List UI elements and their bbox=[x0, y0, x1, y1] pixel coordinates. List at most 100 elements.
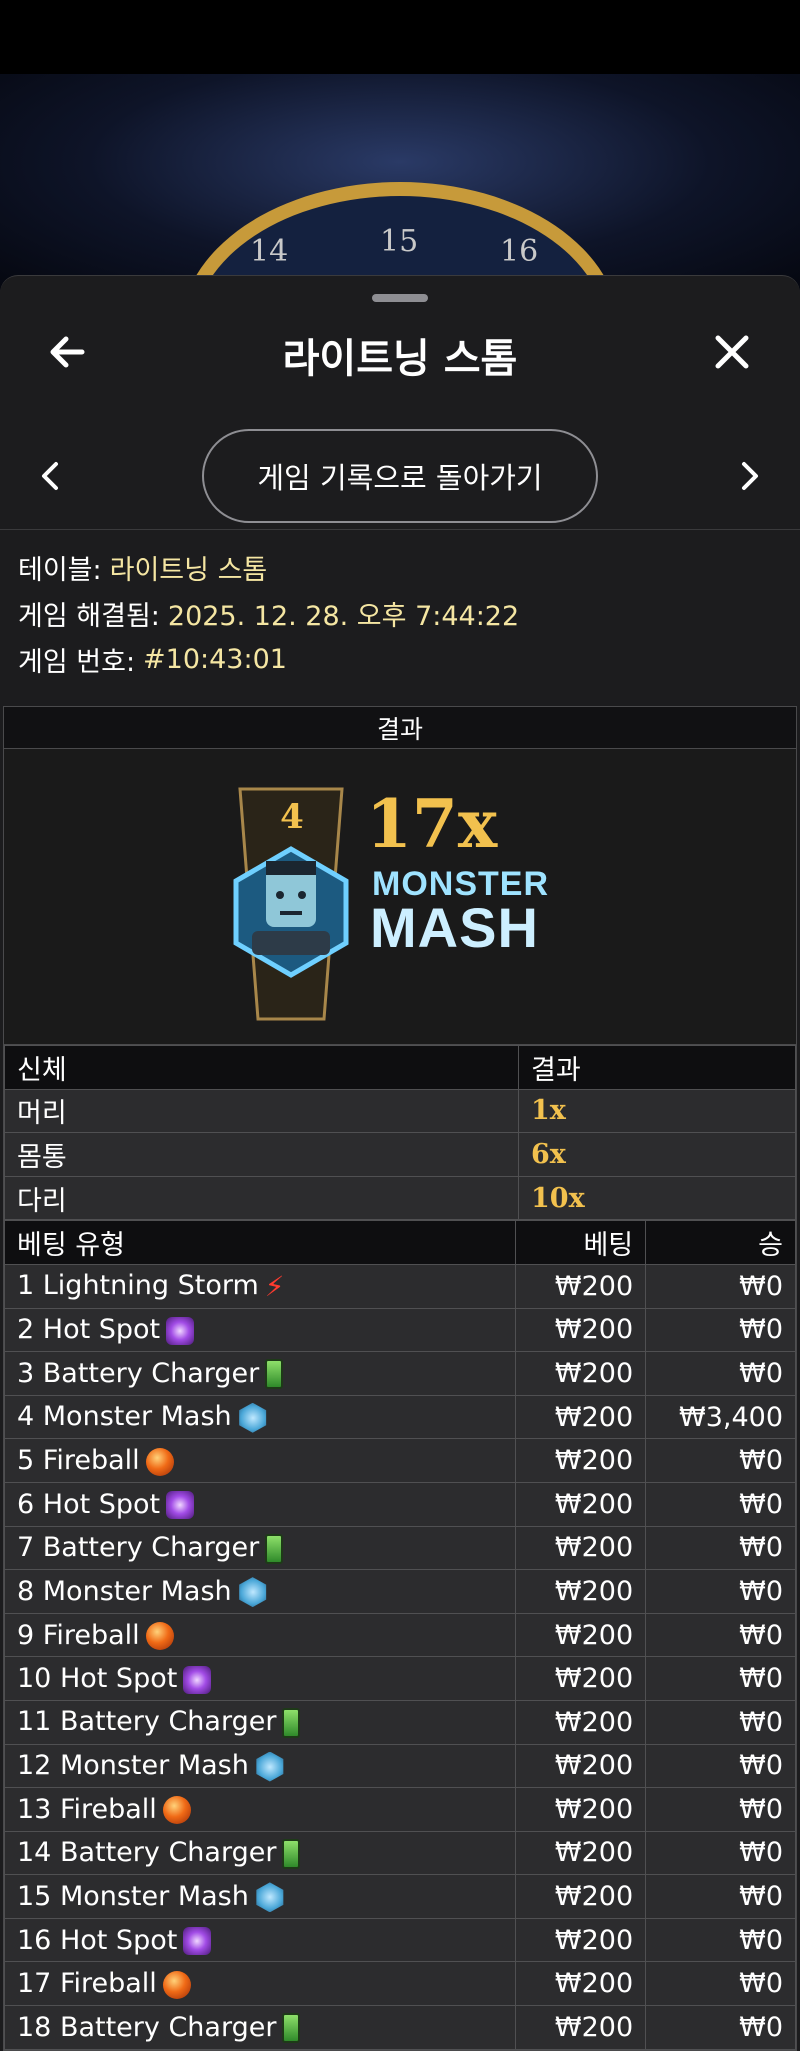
table-row: 6 Hot Spot ₩200 ₩0 bbox=[3, 1481, 796, 1527]
table-row: 2 Hot Spot ₩200 ₩0 bbox=[3, 1307, 796, 1353]
next-game-button[interactable] bbox=[734, 456, 764, 496]
bet-type-cell: 17 Fireball bbox=[3, 1961, 517, 2007]
table-row: 18 Battery Charger ₩200 ₩0 bbox=[3, 2005, 796, 2050]
win-amount: ₩0 bbox=[645, 1830, 796, 1876]
wheel-number: 16 bbox=[500, 234, 539, 269]
win-amount: ₩0 bbox=[645, 1525, 796, 1571]
drag-handle[interactable] bbox=[372, 294, 428, 302]
table-row: 1 Lightning Storm ⚡ ₩200 ₩0 bbox=[3, 1263, 796, 1309]
result-panel: 결과 4 17x MONSTER MASH 신체 결과 머리 1x 몸통 6x … bbox=[3, 706, 797, 2051]
bet-type-name: 4 Monster Mash bbox=[17, 1401, 232, 1433]
bet-type-cell: 4 Monster Mash bbox=[3, 1394, 517, 1440]
bet-type-cell: 14 Battery Charger bbox=[3, 1830, 517, 1876]
bet-amount: ₩200 bbox=[515, 1743, 647, 1789]
result-name-line2: MASH bbox=[370, 896, 539, 959]
table-row: 14 Battery Charger ₩200 ₩0 bbox=[3, 1830, 796, 1876]
column-header: 베팅 유형 bbox=[3, 1220, 517, 1265]
game-details-sheet: 라이트닝 스톰 게임 기록으로 돌아가기 테이블: 라이트닝 스톰 게임 해결됨… bbox=[0, 275, 800, 2051]
win-amount: ₩0 bbox=[645, 1743, 796, 1789]
table-row: 몸통 6x bbox=[4, 1132, 796, 1177]
body-multiplier: 6x bbox=[518, 1132, 796, 1177]
table-label: 테이블: bbox=[18, 554, 102, 586]
body-part-table: 신체 결과 머리 1x 몸통 6x 다리 10x bbox=[4, 1045, 796, 1221]
result-graphic: 4 17x MONSTER MASH bbox=[4, 749, 796, 1045]
hot-spot-icon bbox=[166, 1316, 195, 1345]
hot-spot-icon bbox=[166, 1491, 195, 1520]
table-row: 4 Monster Mash ₩200 ₩3,400 bbox=[3, 1394, 796, 1440]
battery-icon bbox=[265, 1359, 284, 1390]
table-row: 17 Fireball ₩200 ₩0 bbox=[3, 1961, 796, 2007]
bet-type-cell: 13 Fireball bbox=[3, 1787, 517, 1832]
bet-amount: ₩200 bbox=[515, 1263, 647, 1309]
status-bar bbox=[0, 0, 800, 74]
body-multiplier: 1x bbox=[518, 1088, 796, 1134]
bet-amount: ₩200 bbox=[515, 1569, 647, 1614]
fireball-icon bbox=[162, 1796, 191, 1825]
body-part: 머리 bbox=[4, 1088, 519, 1134]
bet-type-cell: 11 Battery Charger bbox=[3, 1699, 517, 1745]
bet-type-cell: 9 Fireball bbox=[3, 1612, 517, 1658]
bet-type-name: 15 Monster Mash bbox=[17, 1880, 249, 1912]
bet-type-cell: 10 Hot Spot bbox=[3, 1656, 517, 1701]
bet-type-name: 8 Monster Mash bbox=[17, 1575, 232, 1607]
column-header: 결과 bbox=[518, 1045, 796, 1090]
bet-type-name: 16 Hot Spot bbox=[17, 1924, 178, 1956]
win-amount: ₩0 bbox=[645, 2005, 796, 2050]
game-info: 테이블: 라이트닝 스톰 게임 해결됨: 2025. 12. 28. 오후 7:… bbox=[0, 529, 800, 682]
bet-amount: ₩200 bbox=[515, 1787, 647, 1832]
previous-game-button[interactable] bbox=[36, 456, 66, 496]
win-amount: ₩0 bbox=[645, 1787, 796, 1832]
table-row: 8 Monster Mash ₩200 ₩0 bbox=[3, 1569, 796, 1614]
column-header: 베팅 bbox=[515, 1220, 647, 1265]
column-header: 신체 bbox=[4, 1045, 519, 1090]
table-row: 11 Battery Charger ₩200 ₩0 bbox=[3, 1699, 796, 1745]
bet-type-name: 5 Fireball bbox=[17, 1445, 140, 1477]
bet-type-cell: 15 Monster Mash bbox=[3, 1874, 517, 1919]
back-button[interactable] bbox=[44, 328, 92, 376]
win-amount: ₩0 bbox=[645, 1961, 796, 2007]
back-to-history-button[interactable]: 게임 기록으로 돌아가기 bbox=[202, 429, 598, 523]
bet-amount: ₩200 bbox=[515, 1961, 647, 2007]
bet-amount: ₩200 bbox=[515, 1917, 647, 1963]
monster-icon bbox=[239, 1402, 267, 1433]
table-header-row: 베팅 유형 베팅 승 bbox=[3, 1220, 796, 1265]
game-number-info: 게임 번호: #10:43:01 bbox=[18, 636, 782, 682]
bet-type-name: 3 Battery Charger bbox=[17, 1357, 260, 1389]
live-game-background: 14 15 16 bbox=[0, 74, 800, 294]
bet-type-name: 6 Hot Spot bbox=[17, 1488, 161, 1520]
bet-amount: ₩200 bbox=[515, 1394, 647, 1440]
win-amount: ₩0 bbox=[645, 1699, 796, 1745]
wheel-number: 14 bbox=[250, 234, 289, 269]
bet-amount: ₩200 bbox=[515, 2005, 647, 2050]
table-row: 3 Battery Charger ₩200 ₩0 bbox=[3, 1351, 796, 1396]
bet-type-name: 2 Hot Spot bbox=[17, 1314, 161, 1346]
win-amount: ₩3,400 bbox=[645, 1394, 796, 1440]
close-button[interactable] bbox=[708, 328, 756, 376]
bet-type-cell: 16 Hot Spot bbox=[3, 1917, 517, 1963]
result-header: 결과 bbox=[4, 707, 796, 749]
table-row: 9 Fireball ₩200 ₩0 bbox=[3, 1612, 796, 1658]
page-title: 라이트닝 스톰 bbox=[282, 336, 518, 382]
table-row: 13 Fireball ₩200 ₩0 bbox=[3, 1787, 796, 1832]
battery-icon bbox=[282, 2013, 301, 2044]
win-amount: ₩0 bbox=[645, 1874, 796, 1919]
bet-amount: ₩200 bbox=[515, 1438, 647, 1483]
bets-table: 베팅 유형 베팅 승 1 Lightning Storm ⚡ ₩200 ₩0 2 Hot… bbox=[3, 1220, 796, 2050]
chevron-left-icon bbox=[42, 462, 58, 490]
bet-type-cell: 18 Battery Charger bbox=[3, 2005, 517, 2050]
table-row: 7 Battery Charger ₩200 ₩0 bbox=[3, 1525, 796, 1571]
resolved-info: 게임 해결됨: 2025. 12. 28. 오후 7:44:22 bbox=[18, 590, 782, 636]
fireball-icon bbox=[162, 1970, 191, 1999]
bet-type-cell: 12 Monster Mash bbox=[3, 1743, 517, 1789]
hot-spot-icon bbox=[183, 1665, 212, 1694]
arrow-left-icon bbox=[50, 336, 85, 368]
table-value: 라이트닝 스톰 bbox=[109, 554, 268, 586]
bet-type-name: 10 Hot Spot bbox=[17, 1663, 178, 1695]
bet-amount: ₩200 bbox=[515, 1874, 647, 1919]
chevron-right-icon bbox=[742, 462, 758, 490]
bet-amount: ₩200 bbox=[515, 1307, 647, 1353]
bet-amount: ₩200 bbox=[515, 1612, 647, 1658]
win-amount: ₩0 bbox=[645, 1481, 796, 1527]
hot-spot-icon bbox=[183, 1927, 212, 1956]
bet-type-cell: 5 Fireball bbox=[3, 1438, 517, 1483]
